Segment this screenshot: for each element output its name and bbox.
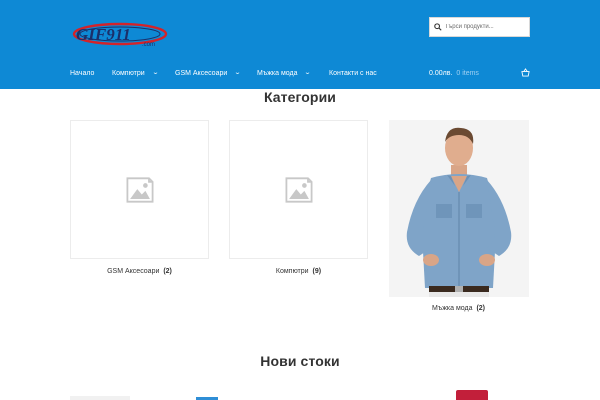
new-products-heading: Нови стоки — [260, 353, 340, 369]
category-count: (2) — [163, 268, 172, 275]
man-in-denim-shirt-photo — [389, 120, 529, 297]
search-input[interactable] — [444, 24, 529, 30]
nav-item-label: Компютри — [112, 69, 145, 77]
category-thumbnail — [70, 120, 209, 259]
product-search[interactable] — [429, 17, 530, 37]
category-name: Мъжка мода — [432, 305, 473, 312]
product-image-partial[interactable] — [70, 396, 130, 400]
new-products-row — [70, 386, 530, 400]
logo-text: GIF911 — [76, 25, 131, 44]
gif911-logo-icon: GIF911 .com — [72, 22, 168, 48]
placeholder-image-icon — [285, 176, 312, 203]
basket-icon — [521, 68, 530, 77]
chevron-down-icon: ⌄ — [151, 70, 159, 76]
nav-item-gsm-accessories[interactable]: GSM Аксесоари ⌄ — [175, 64, 242, 82]
category-name: GSM Аксесоари — [107, 268, 160, 275]
category-thumbnail — [389, 120, 529, 297]
site-logo[interactable]: GIF911 .com — [72, 22, 168, 48]
category-caption: Мъжка мода (2) — [389, 305, 528, 312]
chevron-down-icon: ⌄ — [234, 70, 242, 76]
placeholder-image-icon — [126, 176, 153, 203]
nav-item-label: GSM Аксесоари — [175, 69, 228, 77]
nav-item-contacts[interactable]: Контакти с нас — [329, 64, 377, 82]
category-card-gsm-accessories[interactable]: GSM Аксесоари (2) — [70, 120, 209, 275]
site-header: GIF911 .com Начало Компютри ⌄ GSM Аксесо… — [0, 0, 600, 89]
nav-item-home[interactable]: Начало — [70, 64, 94, 82]
category-card-computers[interactable]: Компютри (9) — [229, 120, 368, 275]
logo-subtext: .com — [142, 42, 155, 48]
chevron-down-icon: ⌄ — [304, 70, 312, 76]
product-image-partial[interactable] — [456, 390, 488, 400]
search-icon — [434, 23, 442, 31]
category-name: Компютри — [275, 268, 309, 275]
cart-item-count: 0 items — [456, 69, 479, 77]
nav-item-computers[interactable]: Компютри ⌄ — [112, 64, 159, 82]
nav-item-mens-fashion[interactable]: Мъжка мода ⌄ — [257, 64, 312, 82]
category-count: (2) — [476, 305, 485, 312]
category-caption: Компютри (9) — [229, 268, 368, 275]
nav-item-label: Контакти с нас — [329, 69, 377, 77]
cart-total: 0.00лв. — [429, 69, 453, 77]
nav-item-label: Начало — [70, 69, 95, 77]
category-card-mens-fashion[interactable]: Мъжка мода (2) — [389, 120, 529, 312]
header-cart[interactable]: 0.00лв. 0 items — [429, 64, 530, 82]
category-count: (9) — [312, 268, 322, 275]
category-thumbnail — [229, 120, 368, 259]
nav-item-label: Мъжка мода — [257, 69, 298, 77]
categories-heading: Категории — [263, 89, 336, 105]
category-caption: GSM Аксесоари (2) — [70, 268, 209, 275]
